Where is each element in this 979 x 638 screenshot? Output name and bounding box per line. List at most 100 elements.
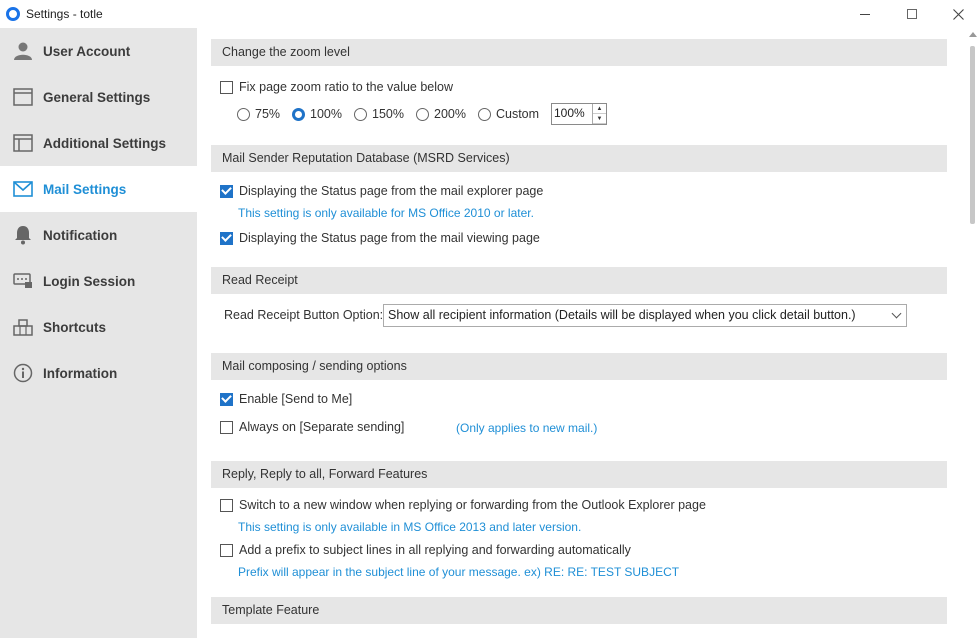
custom-zoom-stepper[interactable]: 100% ▲ ▼	[551, 103, 607, 125]
sidebar-item-label: Mail Settings	[43, 181, 127, 197]
stepper-down-icon[interactable]: ▼	[593, 114, 606, 124]
sidebar-item-label: Login Session	[43, 273, 136, 289]
read-receipt-label: Read Receipt Button Option:	[224, 308, 384, 322]
radio-label: 200%	[434, 107, 466, 121]
read-receipt-value: Show all recipient information (Details …	[388, 308, 856, 322]
window-title: Settings - totle	[26, 7, 103, 21]
radio-button[interactable]	[416, 107, 429, 121]
msrd-explorer-checkbox[interactable]	[220, 184, 233, 198]
radio-button[interactable]	[477, 107, 491, 121]
fix-zoom-row[interactable]: Fix page zoom ratio to the value below	[220, 80, 453, 94]
radio-button[interactable]	[292, 107, 306, 121]
close-button[interactable]	[935, 0, 979, 28]
radio-label: 100%	[310, 107, 343, 121]
zoom-option-100[interactable]: 100%	[292, 107, 342, 121]
sidebar-item-mail-settings[interactable]: Mail Settings	[0, 166, 197, 212]
panel-icon	[12, 132, 34, 154]
section-header: Change the zoom level	[211, 39, 947, 66]
content-scrollbar[interactable]	[966, 28, 979, 638]
send-to-me-checkbox[interactable]	[220, 392, 233, 406]
info-icon	[12, 362, 34, 384]
zoom-option-200[interactable]: 200%	[416, 107, 466, 121]
stepper-up-icon[interactable]: ▲	[593, 104, 606, 114]
read-receipt-section: Read Receipt	[211, 267, 947, 294]
msrd-viewing-row[interactable]: Displaying the Status page from the mail…	[220, 231, 540, 245]
zoom-option-75[interactable]: 75%	[237, 107, 280, 121]
reply-section: Reply, Reply to all, Forward Features	[211, 461, 947, 488]
radio-label: 150%	[372, 107, 404, 121]
zoom-option-150[interactable]: 150%	[354, 107, 404, 121]
sidebar-item-label: User Account	[43, 43, 131, 59]
sidebar-item-label: Additional Settings	[43, 135, 166, 151]
section-header: Reply, Reply to all, Forward Features	[211, 461, 947, 488]
scroll-thumb[interactable]	[970, 46, 975, 224]
separate-sending-checkbox[interactable]	[220, 420, 233, 434]
sidebar-item-general-settings[interactable]: General Settings	[0, 74, 197, 120]
custom-zoom-value[interactable]: 100%	[552, 104, 592, 124]
settings-content: Change the zoom level Fix page zoom rati…	[197, 28, 965, 638]
radio-button[interactable]	[354, 107, 368, 121]
radio-label: 75%	[255, 107, 281, 121]
sidebar-item-login-session[interactable]: Login Session	[0, 258, 197, 304]
fix-zoom-label: Fix page zoom ratio to the value below	[239, 80, 454, 94]
maximize-button[interactable]	[889, 0, 935, 28]
session-icon	[12, 270, 34, 292]
msrd-explorer-label: Displaying the Status page from the mail…	[239, 184, 544, 198]
separate-sending-note: (Only applies to new mail.)	[456, 421, 598, 435]
stepper-buttons: ▲ ▼	[592, 104, 606, 124]
bell-icon	[12, 224, 34, 246]
prefix-label: Add a prefix to subject lines in all rep…	[239, 543, 631, 557]
app-logo-icon	[6, 7, 20, 21]
sidebar-item-label: Information	[43, 365, 118, 381]
prefix-row[interactable]: Add a prefix to subject lines in all rep…	[220, 543, 631, 557]
send-to-me-row[interactable]: Enable [Send to Me]	[220, 392, 352, 406]
read-receipt-select[interactable]: Show all recipient information (Details …	[383, 304, 907, 327]
msrd-viewing-checkbox[interactable]	[220, 231, 233, 245]
msrd-explorer-note: This setting is only available for MS Of…	[238, 206, 534, 220]
shortcut-icon	[12, 316, 34, 338]
sidebar-item-notification[interactable]: Notification	[0, 212, 197, 258]
template-section: Template Feature	[211, 597, 947, 624]
msrd-explorer-row[interactable]: Displaying the Status page from the mail…	[220, 184, 543, 198]
new-window-note: This setting is only available in MS Off…	[238, 520, 582, 534]
maximize-icon	[907, 9, 917, 19]
new-window-label: Switch to a new window when replying or …	[239, 498, 706, 512]
title-bar: Settings - totle	[0, 0, 979, 28]
scroll-up-icon[interactable]	[969, 32, 977, 37]
zoom-radio-group: 75% 100% 150% 200% Custom	[237, 107, 551, 121]
sidebar-item-label: General Settings	[43, 89, 151, 105]
separate-sending-label: Always on [Separate sending]	[239, 420, 405, 434]
section-header: Template Feature	[211, 597, 947, 624]
new-window-row[interactable]: Switch to a new window when replying or …	[220, 498, 706, 512]
msrd-section: Mail Sender Reputation Database (MSRD Se…	[211, 145, 947, 172]
section-header: Mail Sender Reputation Database (MSRD Se…	[211, 145, 947, 172]
minimize-button[interactable]	[842, 0, 888, 28]
prefix-checkbox[interactable]	[220, 543, 233, 557]
sidebar-item-label: Shortcuts	[43, 319, 107, 335]
prefix-note: Prefix will appear in the subject line o…	[238, 565, 680, 579]
msrd-viewing-label: Displaying the Status page from the mail…	[239, 231, 540, 245]
fix-zoom-checkbox[interactable]	[220, 80, 233, 94]
sidebar-item-label: Notification	[43, 227, 118, 243]
radio-label: Custom	[495, 107, 540, 121]
section-header: Read Receipt	[211, 267, 947, 294]
mail-icon	[12, 178, 34, 200]
sidebar-item-information[interactable]: Information	[0, 350, 197, 396]
sidebar: User Account General Settings Additional…	[0, 28, 197, 638]
composing-section: Mail composing / sending options	[211, 353, 947, 380]
send-to-me-label: Enable [Send to Me]	[239, 392, 353, 406]
sidebar-item-user-account[interactable]: User Account	[0, 28, 197, 74]
minimize-icon	[860, 13, 870, 15]
section-header: Mail composing / sending options	[211, 353, 947, 380]
close-icon	[952, 8, 964, 20]
zoom-option-custom[interactable]: Custom	[477, 107, 540, 121]
sidebar-item-additional-settings[interactable]: Additional Settings	[0, 120, 197, 166]
chevron-down-icon	[891, 308, 902, 319]
new-window-checkbox[interactable]	[220, 498, 233, 512]
user-icon	[12, 40, 34, 62]
zoom-section: Change the zoom level	[211, 39, 947, 66]
window-icon	[12, 86, 34, 108]
sidebar-item-shortcuts[interactable]: Shortcuts	[0, 304, 197, 350]
separate-sending-row[interactable]: Always on [Separate sending]	[220, 420, 404, 434]
radio-button[interactable]	[237, 107, 250, 121]
